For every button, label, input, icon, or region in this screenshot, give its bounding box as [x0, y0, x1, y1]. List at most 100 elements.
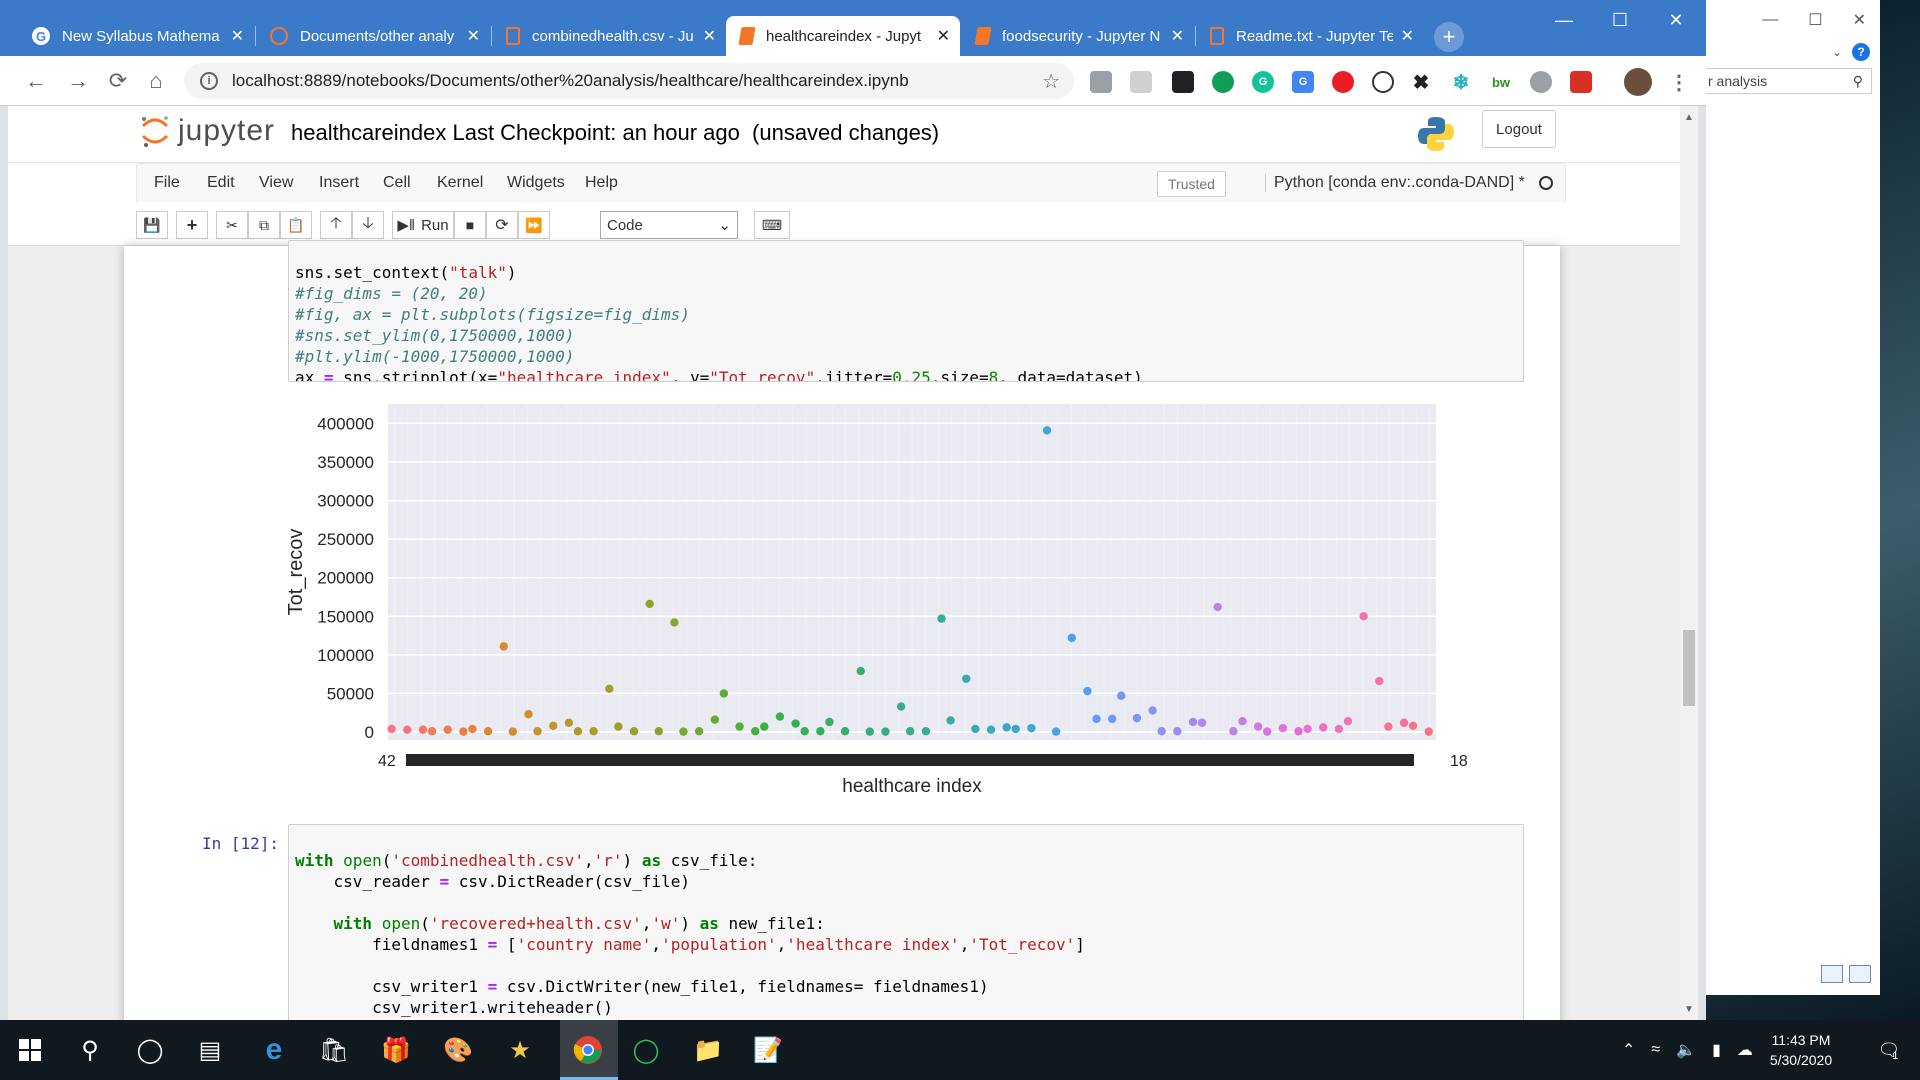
close-icon[interactable]: ✕ — [1648, 0, 1704, 40]
gift-app-icon[interactable]: 🎁 — [376, 1030, 416, 1070]
insert-cell-button[interactable]: + — [176, 211, 208, 239]
tab-close-icon[interactable]: ✕ — [703, 26, 716, 46]
volume-icon[interactable]: 🔈 — [1676, 1040, 1696, 1060]
browser-tab-active[interactable]: healthcareindex - Jupyt ✕ — [726, 16, 960, 56]
scroll-up-icon[interactable]: ▲ — [1684, 112, 1694, 123]
browser-tab[interactable]: G New Syllabus Mathema ✕ — [18, 16, 254, 56]
jupyter-logo[interactable]: jupyter — [140, 114, 275, 148]
tab-close-icon[interactable]: ✕ — [1401, 26, 1414, 46]
help-icon[interactable]: ? — [1852, 43, 1870, 61]
copy-button[interactable]: ⧉ — [248, 211, 280, 239]
menu-edit[interactable]: Edit — [207, 174, 235, 192]
extension-icon[interactable] — [1372, 71, 1394, 93]
run-button[interactable]: ▶‖ Run — [392, 211, 454, 239]
chevron-down-icon[interactable]: ⌄ — [1832, 45, 1842, 59]
keyboard-shortcuts-button[interactable]: ⌨ — [754, 211, 790, 239]
large-icons-view-icon[interactable] — [1849, 965, 1871, 983]
browser-tab[interactable]: Documents/other analy ✕ — [256, 16, 490, 56]
info-icon[interactable]: i — [200, 72, 218, 90]
tab-close-icon[interactable]: ✕ — [467, 26, 480, 46]
search-box[interactable]: r analysis ⚲ — [1699, 68, 1872, 94]
save-button[interactable]: 💾 — [136, 211, 168, 239]
bookmark-star-icon[interactable]: ☆ — [1042, 69, 1060, 94]
chrome-icon[interactable] — [568, 1030, 608, 1070]
restart-run-all-button[interactable]: ⏩ — [518, 211, 550, 239]
menu-help[interactable]: Help — [585, 174, 618, 192]
code-cell-input[interactable]: sns.set_context("talk") #fig_dims = (20, … — [288, 240, 1524, 382]
menu-file[interactable]: File — [154, 174, 180, 192]
cortana-icon[interactable]: ◯ — [130, 1030, 170, 1070]
chevron-up-icon[interactable]: ⌃ — [1622, 1040, 1635, 1060]
tab-close-icon[interactable]: ✕ — [937, 26, 950, 46]
reload-icon[interactable]: ⟳ — [104, 68, 132, 94]
extension-icon[interactable] — [1090, 71, 1112, 93]
minimize-icon[interactable]: — — [1536, 0, 1592, 40]
extension-icon[interactable] — [1172, 71, 1194, 93]
system-clock[interactable]: 11:43 PM 5/30/2020 — [1756, 1030, 1846, 1070]
maximize-icon[interactable]: ☐ — [1592, 0, 1648, 40]
browser-tab[interactable]: combinedhealth.csv - Ju ✕ — [492, 16, 726, 56]
avatar[interactable] — [1624, 68, 1652, 96]
paste-button[interactable]: 📋 — [280, 211, 312, 239]
maximize-icon[interactable]: ☐ — [1808, 10, 1822, 30]
data-point — [1188, 717, 1198, 727]
extension-icon[interactable]: bw — [1490, 71, 1512, 93]
page-scrollbar[interactable]: ▲ ▼ — [1680, 106, 1698, 1020]
code-cell-input[interactable]: with open('combinedhealth.csv','r') as c… — [288, 824, 1524, 1020]
onedrive-icon[interactable]: ☁ — [1737, 1040, 1753, 1060]
paint-app-icon[interactable]: 🎨 — [438, 1030, 478, 1070]
browser-tab[interactable]: Readme.txt - Jupyter Te ✕ — [1196, 16, 1424, 56]
app-icon[interactable]: ★ — [500, 1030, 540, 1070]
file-explorer-icon[interactable]: 📁 — [688, 1030, 728, 1070]
back-icon[interactable]: ← — [22, 68, 50, 94]
new-tab-button[interactable]: + — [1434, 22, 1464, 52]
interrupt-button[interactable]: ■ — [454, 211, 486, 239]
cell-type-select[interactable]: Code ⌄ — [600, 211, 738, 239]
menu-kernel[interactable]: Kernel — [437, 174, 483, 192]
extension-icon[interactable] — [1332, 71, 1354, 93]
battery-icon[interactable]: ▮ — [1712, 1040, 1721, 1060]
move-down-button[interactable]: 🡣 — [352, 211, 384, 239]
menu-cell[interactable]: Cell — [383, 174, 411, 192]
grammarly-icon[interactable]: G — [1252, 71, 1274, 93]
scroll-down-icon[interactable]: ▼ — [1684, 1004, 1694, 1015]
minimize-icon[interactable]: — — [1762, 11, 1778, 29]
tab-close-icon[interactable]: ✕ — [1171, 26, 1184, 46]
logout-button[interactable]: Logout — [1482, 110, 1556, 148]
move-up-button[interactable]: 🡡 — [320, 211, 352, 239]
store-icon[interactable]: 🛍 — [314, 1030, 354, 1070]
extension-icon[interactable]: ❄ — [1450, 71, 1472, 94]
restart-button[interactable]: ⟳ — [486, 211, 518, 239]
extension-icon[interactable] — [1130, 71, 1152, 93]
edge-icon[interactable]: e — [254, 1030, 294, 1070]
notification-icon[interactable]: 🗨 1 — [1868, 1030, 1908, 1070]
home-icon[interactable]: ⌂ — [142, 68, 170, 94]
browser-tab[interactable]: foodsecurity - Jupyter N ✕ — [962, 16, 1194, 56]
wifi-icon[interactable]: ≈ — [1651, 1041, 1660, 1059]
code-text: #sns.set_ylim(0,1750000,1000) — [295, 326, 575, 345]
translate-icon[interactable]: G — [1292, 71, 1314, 93]
notepad-icon[interactable]: 📝 — [748, 1030, 788, 1070]
url-bar[interactable]: i localhost:8889/notebooks/Documents/oth… — [184, 63, 1074, 99]
menu-insert[interactable]: Insert — [319, 174, 359, 192]
scrollbar-thumb[interactable] — [1683, 630, 1695, 706]
menu-view[interactable]: View — [259, 174, 293, 192]
cut-button[interactable]: ✂ — [216, 211, 248, 239]
details-view-icon[interactable] — [1821, 965, 1843, 983]
windows-start-icon[interactable] — [10, 1030, 50, 1070]
menu-kebab-icon[interactable]: ⋮ — [1668, 71, 1690, 94]
notebook-title[interactable]: healthcareindex Last Checkpoint: an hour… — [291, 120, 939, 146]
extension-icon[interactable] — [1530, 71, 1552, 93]
tab-close-icon[interactable]: ✕ — [231, 26, 244, 46]
task-view-icon[interactable]: ▤ — [190, 1030, 230, 1070]
trusted-indicator[interactable]: Trusted — [1157, 171, 1226, 197]
forward-icon[interactable]: → — [64, 68, 92, 94]
menu-widgets[interactable]: Widgets — [507, 174, 565, 192]
app-ring-icon[interactable]: ◯ — [626, 1030, 666, 1070]
extension-icon[interactable]: ✖ — [1410, 71, 1432, 94]
search-icon[interactable]: ⚲ — [70, 1030, 110, 1070]
extension-icon[interactable] — [1212, 71, 1234, 93]
close-icon[interactable]: ✕ — [1853, 10, 1866, 30]
kernel-name[interactable]: Python [conda env:.conda-DAND] * — [1265, 174, 1525, 192]
extension-icon[interactable] — [1570, 71, 1592, 93]
